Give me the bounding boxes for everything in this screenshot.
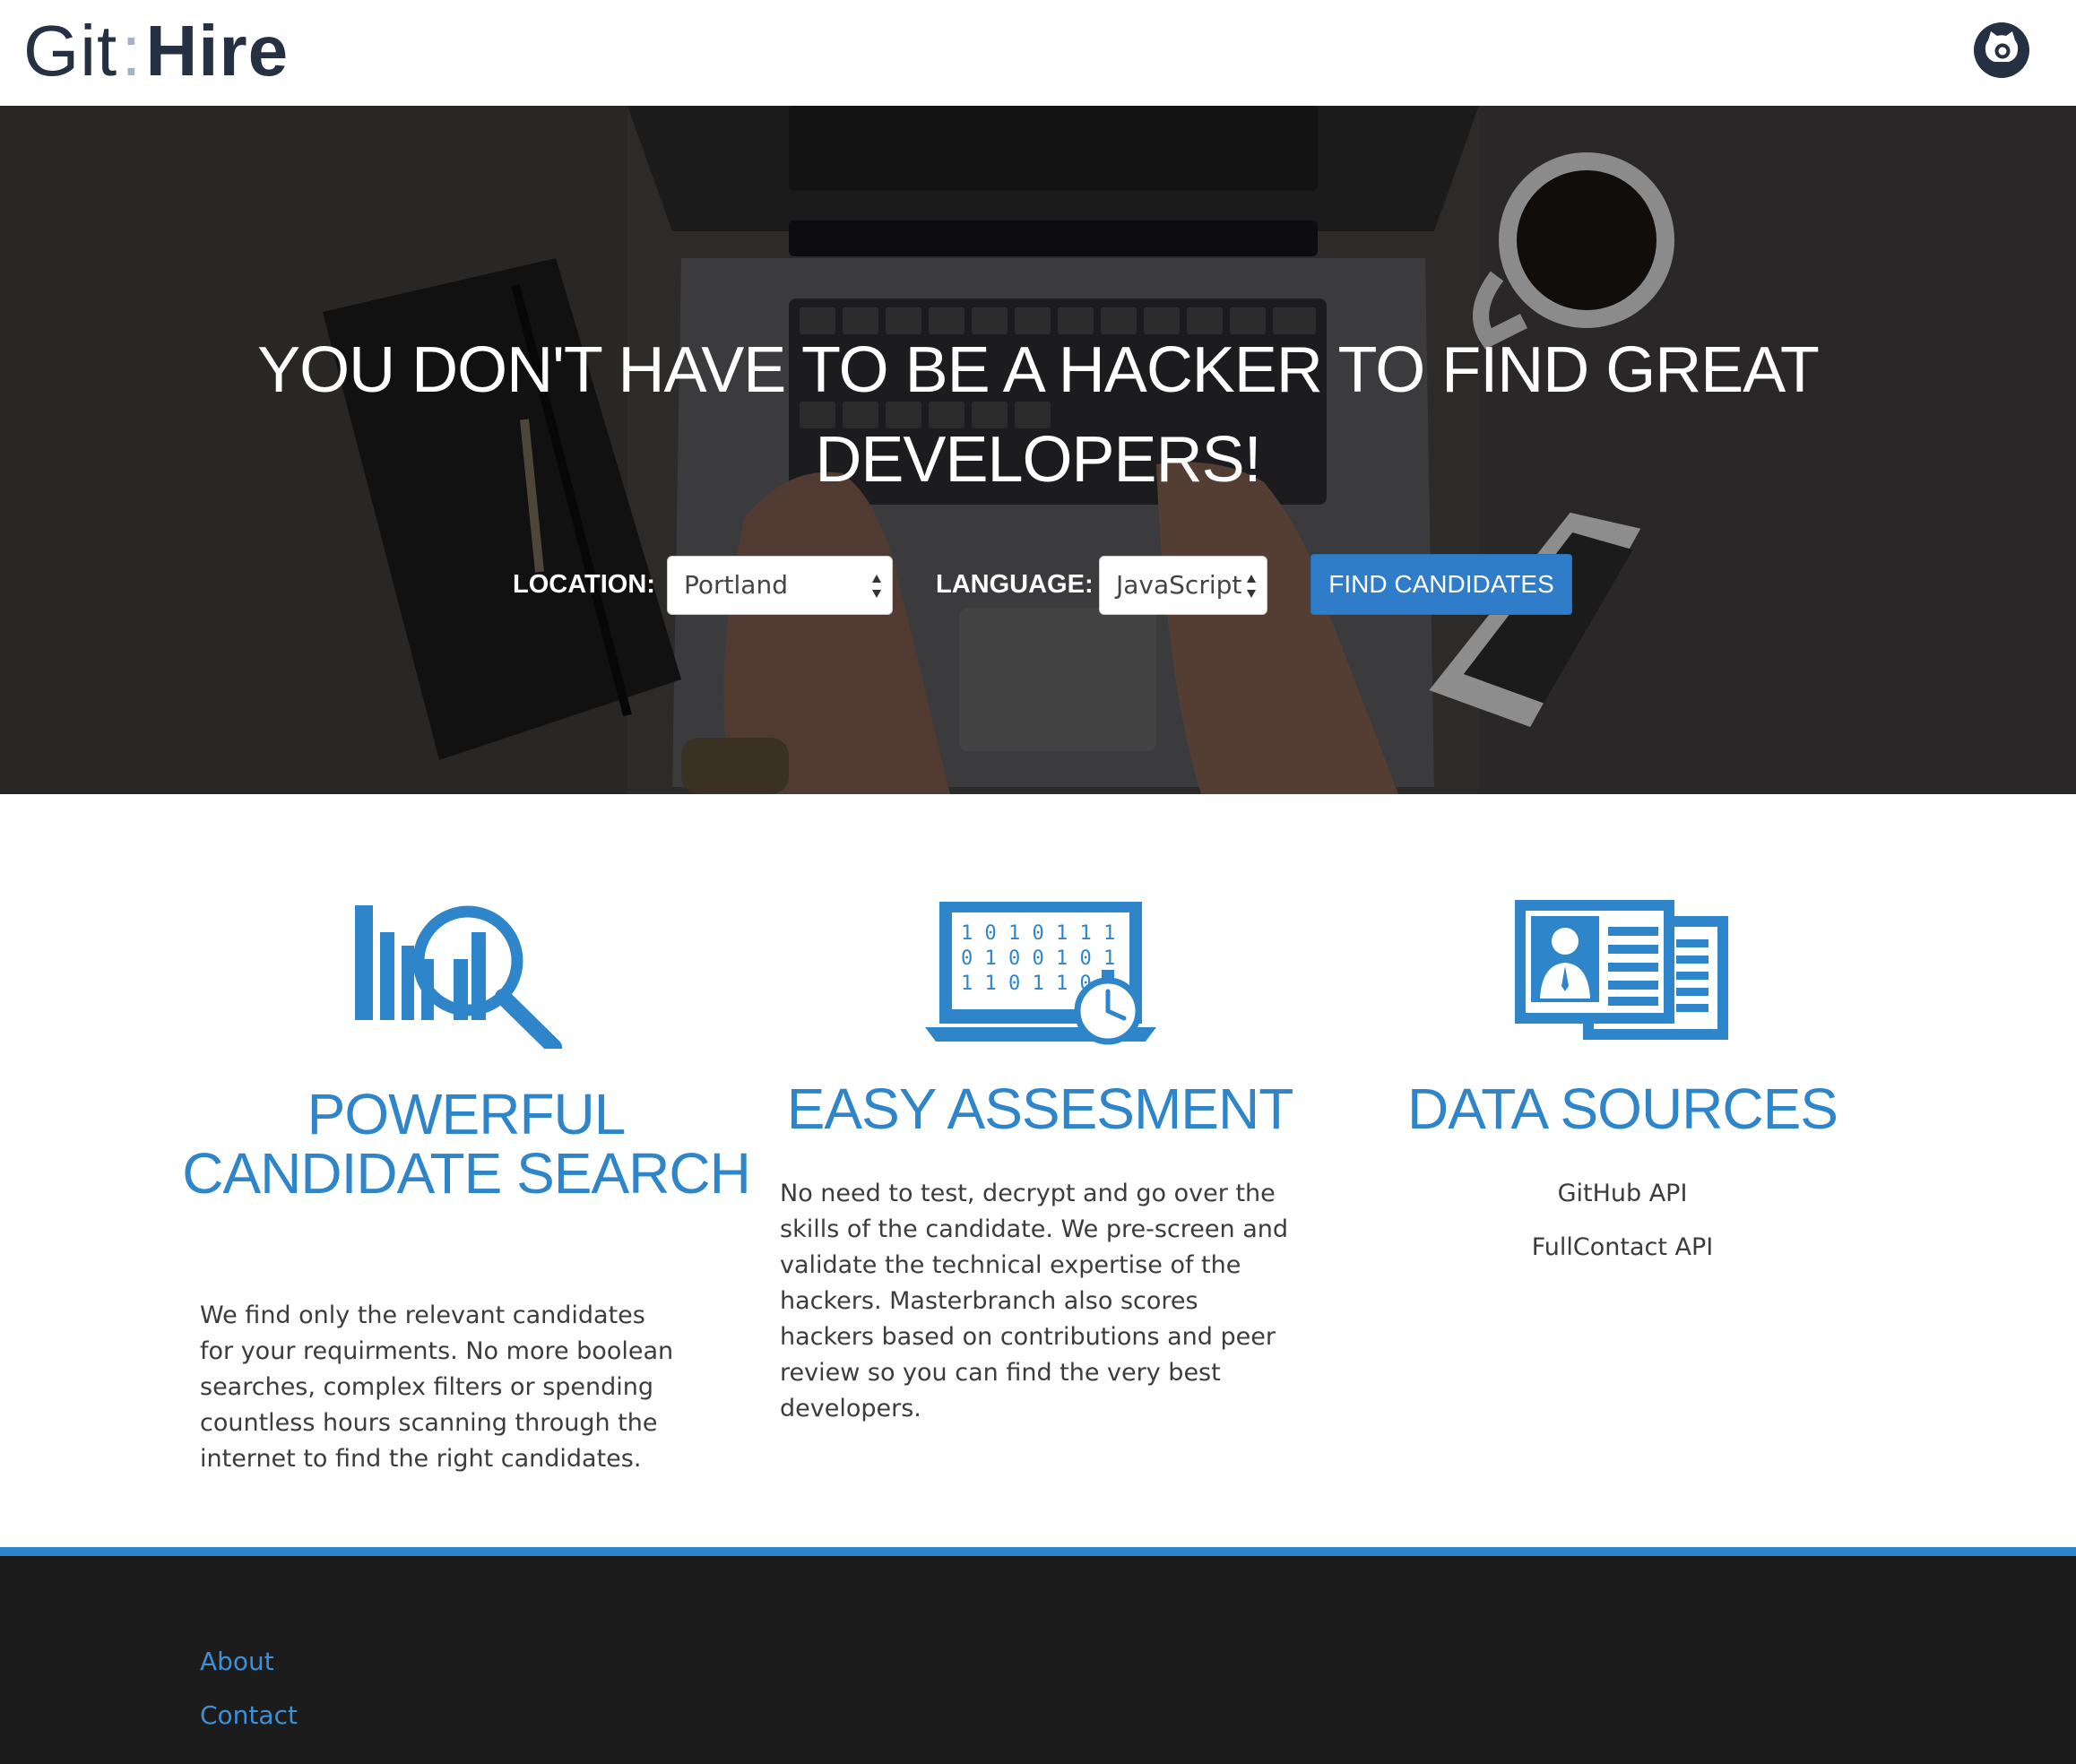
- logo-separator: :: [121, 11, 143, 91]
- location-label: LOCATION:: [513, 570, 655, 599]
- feature-title: DATA SOURCES: [1407, 1077, 1838, 1141]
- binary-line-2: 0 1 0 0 1 0 1: [961, 947, 1115, 970]
- feature-description: We find only the relevant candidates for…: [200, 1301, 674, 1473]
- feature-description: No need to test, decrypt and go over the…: [780, 1180, 1288, 1422]
- binary-line-3: 1 1 0 1 1 0: [961, 973, 1092, 995]
- footer-link-about[interactable]: About: [200, 1644, 274, 1680]
- githire-logo[interactable]: Git:Hire: [23, 11, 289, 91]
- binary-screen-stopwatch-icon: 1 0 1 0 1 1 1 1 0 1 0 0 1 0 1 1 1 0 1 1 …: [925, 902, 1156, 1045]
- data-source-github-api: GitHub API: [1557, 1180, 1688, 1207]
- footer: About Contact: [0, 1556, 2076, 1764]
- hero-section: YOU DON'T HAVE TO BE A HACKER TO FIND GR…: [0, 106, 2076, 794]
- search-form: LOCATION: Portland LANGUAGE: JavaScript …: [0, 554, 2076, 617]
- select-arrows-icon: [1247, 575, 1256, 598]
- github-octocat-icon: [1974, 22, 2029, 78]
- location-select[interactable]: Portland: [667, 556, 893, 615]
- profile-card-icon: [1515, 900, 1728, 1040]
- footer-accent-bar: [0, 1547, 2076, 1556]
- binary-line-1: 1 0 1 0 1 1 1 1: [961, 922, 1139, 945]
- feature-title: EASY ASSESMENT: [786, 1077, 1294, 1141]
- select-arrows-icon: [872, 575, 881, 598]
- location-select-value: Portland: [684, 570, 788, 600]
- top-navbar: Git:Hire: [0, 0, 2076, 106]
- github-link[interactable]: [1972, 21, 2031, 80]
- language-select[interactable]: JavaScript: [1099, 556, 1267, 615]
- logo-hire-text: Hire: [145, 11, 290, 91]
- data-source-fullcontact-api: FullContact API: [1531, 1233, 1714, 1261]
- logo-git-text: Git: [23, 11, 118, 91]
- language-label: LANGUAGE:: [936, 570, 1094, 599]
- language-select-value: JavaScript: [1116, 570, 1242, 600]
- bar-chart-magnifier-icon: [355, 905, 562, 1049]
- footer-link-contact[interactable]: Contact: [200, 1698, 298, 1734]
- hero-headline: YOU DON'T HAVE TO BE A HACKER TO FIND GR…: [257, 334, 1820, 496]
- feature-title: POWERFUL CANDIDATE SEARCH: [182, 1082, 751, 1206]
- find-candidates-button[interactable]: FIND CANDIDATES: [1310, 554, 1572, 615]
